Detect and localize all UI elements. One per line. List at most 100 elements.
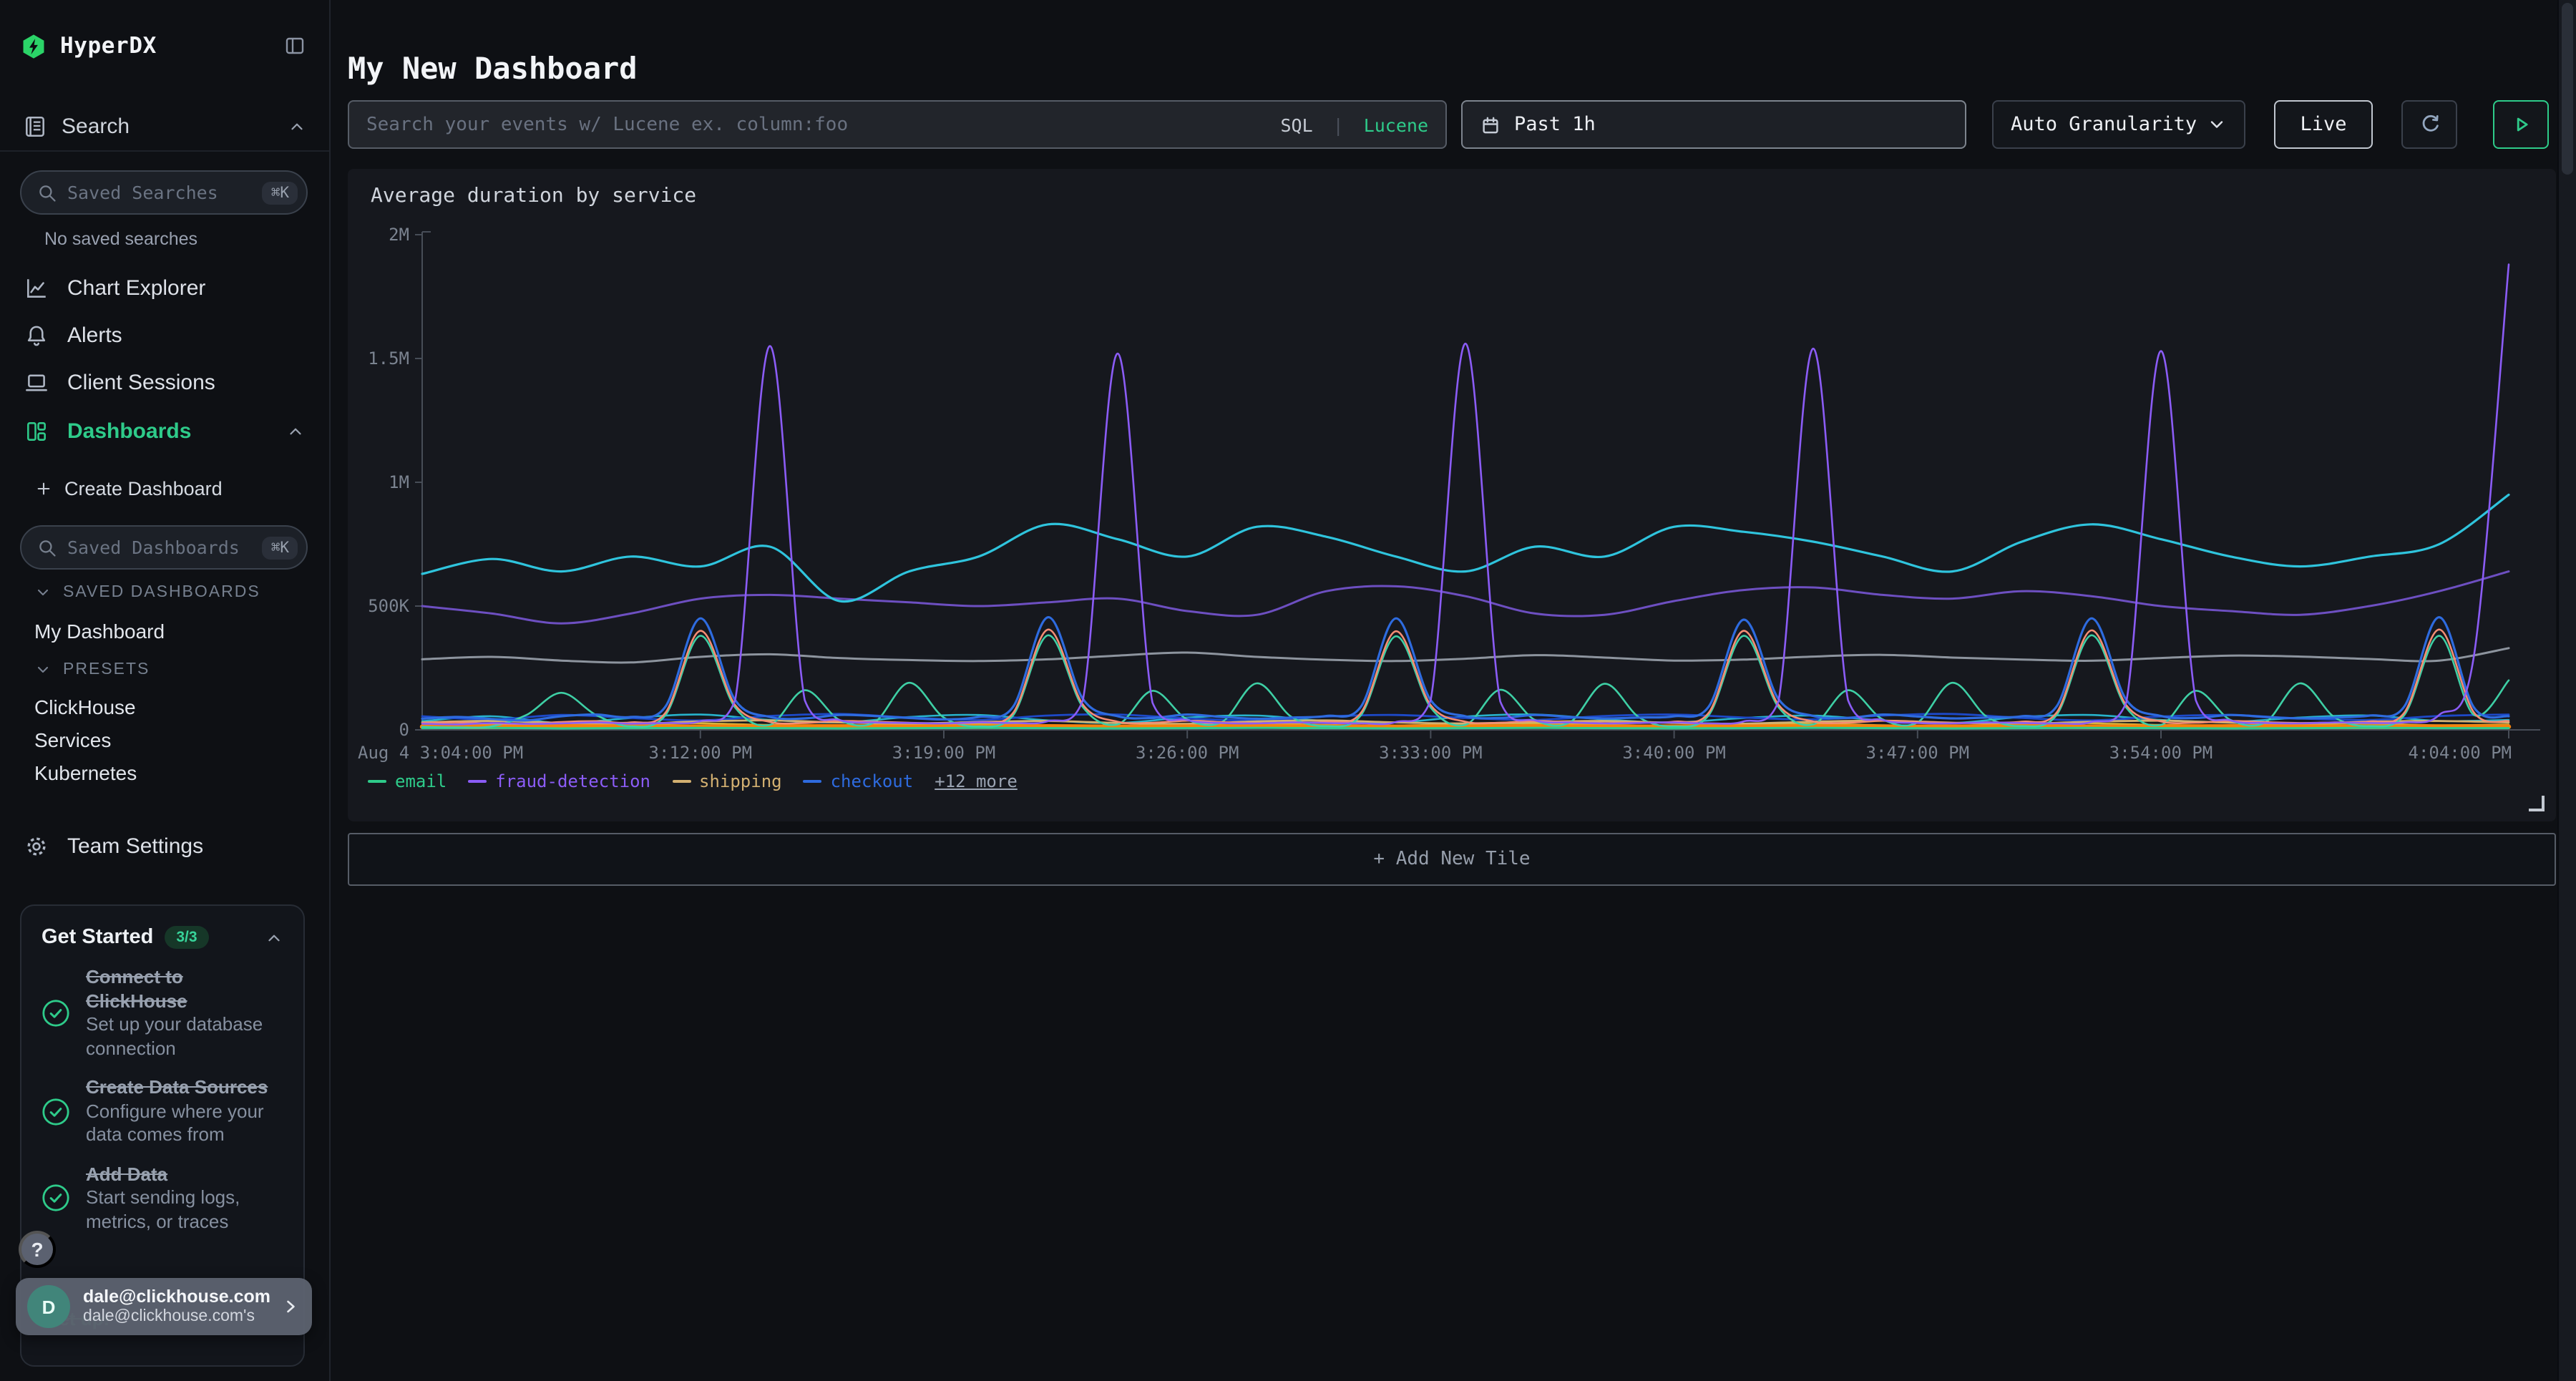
svg-text:3:33:00 PM: 3:33:00 PM: [1379, 743, 1482, 763]
svg-text:3:26:00 PM: 3:26:00 PM: [1136, 743, 1239, 763]
chevron-down-icon: [2207, 114, 2227, 135]
series-line-unnamed-cyan: [422, 494, 2509, 601]
saved-searches-input[interactable]: Saved Searches ⌘K: [20, 170, 308, 215]
legend-swatch: [468, 780, 487, 783]
legend-swatch: [368, 780, 386, 783]
legend-label: fraud-detection: [495, 771, 650, 791]
legend-label: shipping: [699, 771, 782, 791]
svg-text:500K: 500K: [368, 596, 409, 616]
legend-item-checkout[interactable]: checkout: [804, 771, 914, 791]
svg-text:3:54:00 PM: 3:54:00 PM: [2109, 743, 2213, 763]
event-search-input[interactable]: Search your events w/ Lucene ex. column:…: [348, 100, 1447, 149]
sidebar-item-client-sessions[interactable]: Client Sessions: [0, 361, 329, 404]
add-new-tile-label: + Add New Tile: [1373, 849, 1530, 870]
hyperdx-logo-icon: [20, 32, 47, 59]
svg-text:1.5M: 1.5M: [368, 348, 409, 369]
live-button[interactable]: Live: [2274, 100, 2373, 149]
chevron-down-icon: [34, 661, 52, 678]
help-question-mark: ?: [31, 1238, 43, 1261]
time-range-value: Past 1h: [1514, 113, 1596, 136]
check-circle-icon: [42, 1184, 70, 1213]
shortcut-badge: ⌘K: [263, 536, 298, 559]
page-scrollbar[interactable]: [2557, 0, 2576, 1381]
saved-dashboards-input[interactable]: Saved Dashboards ⌘K: [20, 525, 308, 570]
get-started-step-connect[interactable]: Connect to ClickHouse Set up your databa…: [42, 966, 283, 1060]
chevron-up-icon: [288, 117, 306, 135]
sidebar-item-team-settings[interactable]: Team Settings: [0, 824, 329, 867]
user-org: dale@clickhouse.com's: [83, 1307, 268, 1327]
refresh-button[interactable]: [2401, 100, 2457, 149]
chart-legend: email fraud-detection shipping checkout …: [368, 771, 1018, 791]
calendar-icon: [1480, 114, 1501, 135]
series-line-unnamed-gray: [422, 648, 2509, 663]
add-new-tile-button[interactable]: + Add New Tile: [348, 833, 2556, 886]
get-started-step-add-data[interactable]: Add Data Start sending logs, metrics, or…: [42, 1163, 283, 1234]
legend-label: email: [395, 771, 447, 791]
svg-text:3:47:00 PM: 3:47:00 PM: [1866, 743, 1970, 763]
get-started-progress-badge: 3/3: [165, 926, 208, 949]
step-title: Create Data Sources: [86, 1076, 275, 1100]
saved-dashboards-group-header[interactable]: SAVED DASHBOARDS: [0, 578, 329, 607]
hyperdx-app: HyperDX Search Saved Searches ⌘K No save…: [0, 0, 2576, 1381]
svg-text:1M: 1M: [389, 472, 409, 492]
help-button[interactable]: ?: [19, 1231, 56, 1268]
laptop-icon: [24, 370, 49, 394]
sidebar-item-alerts[interactable]: Alerts: [0, 313, 329, 356]
get-started-step-data-sources[interactable]: Create Data Sources Configure where your…: [42, 1076, 283, 1147]
legend-label: checkout: [831, 771, 914, 791]
step-title: Connect to ClickHouse: [86, 966, 275, 1013]
granularity-select[interactable]: Auto Granularity: [1992, 100, 2245, 149]
granularity-value: Auto Granularity: [2011, 113, 2197, 136]
language-toggle-lucene[interactable]: Lucene: [1364, 114, 1428, 135]
sidebar-divider: [0, 150, 329, 152]
search-section-label: Search: [62, 114, 273, 138]
sidebar-collapse-button[interactable]: [280, 31, 309, 60]
sidebar-item-kubernetes[interactable]: Kubernetes: [0, 756, 329, 790]
duration-line-chart: 0500K1M1.5M2M3:12:00 PM3:19:00 PM3:26:00…: [348, 212, 2556, 767]
gear-icon: [24, 834, 49, 858]
saved-dashboards-placeholder: Saved Dashboards: [67, 537, 253, 558]
dashboards-grid-icon: [24, 419, 49, 443]
legend-item-email[interactable]: email: [368, 771, 447, 791]
scrollbar-thumb[interactable]: [2562, 3, 2573, 175]
series-line-unnamed-salmon: [422, 630, 2509, 724]
nav-label: Client Sessions: [67, 370, 305, 394]
preset-link-label: Kubernetes: [34, 761, 137, 784]
chart-title: Average duration by service: [371, 185, 696, 208]
check-circle-icon: [42, 999, 70, 1028]
tile-resize-handle[interactable]: [2529, 796, 2545, 811]
legend-item-fraud-detection[interactable]: fraud-detection: [468, 771, 650, 791]
sidebar-item-my-dashboard[interactable]: My Dashboard: [0, 614, 329, 648]
sidebar-item-services[interactable]: Services: [0, 723, 329, 757]
step-title: Add Data: [86, 1163, 275, 1186]
presets-group-header[interactable]: PRESETS: [0, 655, 329, 684]
step-description: Configure where your data comes from: [86, 1100, 275, 1147]
page-title: My New Dashboard: [348, 52, 638, 86]
time-range-picker[interactable]: Past 1h: [1461, 100, 1966, 149]
chevron-up-icon[interactable]: [265, 928, 283, 947]
language-toggle-sql[interactable]: SQL: [1280, 114, 1312, 135]
saved-searches-placeholder: Saved Searches: [67, 182, 253, 203]
user-account-chip[interactable]: D dale@clickhouse.com dale@clickhouse.co…: [16, 1278, 312, 1335]
svg-text:Aug 4 3:04:00 PM: Aug 4 3:04:00 PM: [358, 743, 523, 763]
dashboard-tile-average-duration[interactable]: Average duration by service 0500K1M1.5M2…: [348, 169, 2556, 821]
sidebar-item-search[interactable]: Search: [0, 106, 329, 146]
sidebar-item-chart-explorer[interactable]: Chart Explorer: [0, 266, 329, 309]
legend-swatch: [804, 780, 822, 783]
sidebar: HyperDX Search Saved Searches ⌘K No save…: [0, 0, 331, 1381]
create-dashboard-button[interactable]: Create Dashboard: [0, 471, 329, 505]
search-icon: [37, 182, 57, 202]
step-description: Set up your database connection: [86, 1013, 275, 1060]
chevron-down-icon: [34, 584, 52, 601]
shortcut-badge: ⌘K: [263, 181, 298, 204]
run-query-button[interactable]: [2493, 100, 2549, 149]
bell-icon: [24, 323, 49, 347]
legend-more-link[interactable]: +12 more: [935, 771, 1018, 791]
sidebar-item-dashboards[interactable]: Dashboards: [0, 409, 329, 452]
collapse-sidebar-icon: [283, 34, 306, 57]
plus-icon: [34, 479, 53, 497]
sidebar-item-clickhouse[interactable]: ClickHouse: [0, 690, 329, 724]
logo-row: HyperDX: [0, 23, 329, 69]
avatar: D: [27, 1285, 70, 1328]
legend-item-shipping[interactable]: shipping: [672, 771, 782, 791]
